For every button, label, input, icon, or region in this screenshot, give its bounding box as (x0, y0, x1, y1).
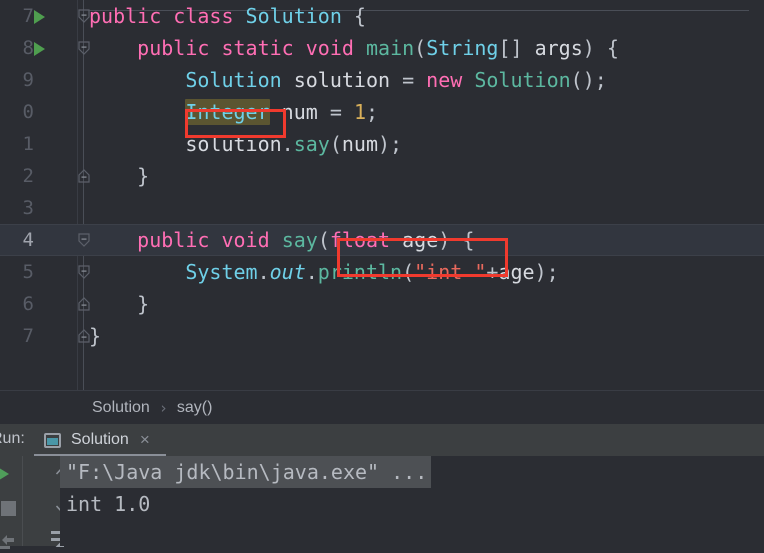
run-window-label: Run: (0, 430, 25, 447)
line-number: 5 (22, 261, 34, 283)
code-text[interactable]: public class Solution { (89, 0, 366, 32)
run-tool-header: Run: Solution × (0, 424, 764, 457)
line-number: 9 (22, 69, 34, 91)
line-number: 1 (22, 133, 34, 155)
code-line[interactable]: 9 Solution solution = new Solution(); (0, 64, 764, 96)
code-text[interactable]: solution.say(num); (89, 128, 402, 160)
code-line[interactable]: 7} (0, 320, 764, 352)
stop-icon[interactable] (1, 501, 16, 516)
code-line[interactable]: 5 System.out.println("int "+age); (0, 256, 764, 288)
line-number: 4 (22, 229, 34, 251)
code-line[interactable]: 4 public void say(float age) { (0, 224, 764, 256)
console-output[interactable]: "F:\Java jdk\bin\java.exe" ... int 1.0 (60, 456, 764, 546)
ide-window: 7 public class Solution {8 public static … (0, 0, 764, 549)
run-tab-label: Solution (71, 431, 129, 448)
run-tool-body: "F:\Java jdk\bin\java.exe" ... int 1.0 (0, 456, 764, 549)
code-text[interactable]: public void say(float age) { (89, 224, 474, 256)
code-line[interactable]: 2 } (0, 160, 764, 192)
code-text[interactable]: } (89, 320, 101, 352)
code-editor[interactable]: 7 public class Solution {8 public static … (0, 0, 764, 390)
code-text[interactable]: Integer num = 1; (89, 96, 378, 128)
code-line[interactable]: 0 Integer num = 1; (0, 96, 764, 128)
code-text[interactable]: } (89, 288, 149, 320)
code-text[interactable]: System.out.println("int "+age); (89, 256, 558, 288)
run-tool-window: Run: Solution × (0, 424, 764, 549)
run-configuration-tab[interactable]: Solution × (44, 424, 150, 456)
code-text[interactable]: } (89, 160, 149, 192)
breadcrumb-class[interactable]: Solution (92, 399, 150, 417)
code-lines[interactable]: 7 public class Solution {8 public static … (0, 0, 764, 352)
close-icon[interactable]: × (140, 430, 150, 450)
code-line[interactable]: 1 solution.say(num); (0, 128, 764, 160)
console-output-line: int 1.0 (66, 492, 151, 516)
breadcrumb-separator-icon: › (158, 399, 168, 417)
code-text[interactable]: public static void main(String[] args) { (89, 32, 619, 64)
code-line[interactable]: 6 } (0, 288, 764, 320)
code-line[interactable]: 3 (0, 192, 764, 224)
console-window-icon (44, 432, 61, 448)
line-number: 7 (22, 5, 34, 27)
line-number: 7 (22, 325, 34, 347)
rerun-icon[interactable] (0, 466, 9, 482)
code-line[interactable]: 8 public static void main(String[] args)… (0, 32, 764, 64)
line-number: 6 (22, 293, 34, 315)
breadcrumb[interactable]: Solution › say() (0, 390, 764, 425)
run-nav-toolbar[interactable] (23, 456, 71, 547)
run-gutter-icon[interactable] (34, 42, 45, 56)
console-command-line[interactable]: "F:\Java jdk\bin\java.exe" ... (60, 456, 432, 488)
code-text[interactable]: Solution solution = new Solution(); (89, 64, 606, 96)
line-number: 2 (22, 165, 34, 187)
line-number: 8 (22, 37, 34, 59)
run-left-toolbar[interactable] (0, 456, 22, 549)
breadcrumb-method[interactable]: say() (177, 399, 213, 417)
line-number: 3 (22, 197, 34, 219)
code-line[interactable]: 7 public class Solution { (0, 0, 764, 32)
line-number: 0 (22, 101, 34, 123)
run-gutter-icon[interactable] (34, 10, 45, 24)
